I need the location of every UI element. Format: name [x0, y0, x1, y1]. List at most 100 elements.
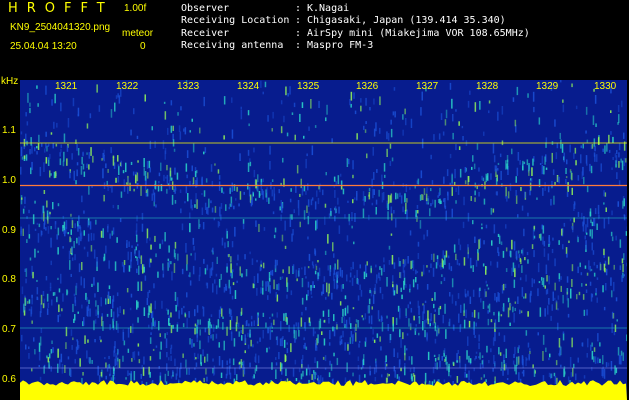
noise-dot [428, 270, 430, 273]
noise-dot [199, 340, 201, 350]
noise-dot [620, 355, 622, 365]
noise-dot [52, 347, 54, 353]
noise-dot [152, 348, 155, 351]
noise-dot [315, 265, 318, 271]
noise-dot [253, 169, 256, 178]
noise-dot [324, 250, 327, 255]
noise-dot [496, 261, 499, 268]
noise-dot [312, 281, 314, 288]
noise-dot [20, 131, 23, 135]
noise-dot [234, 367, 236, 375]
noise-dot [395, 317, 398, 325]
noise-dot [418, 332, 420, 336]
noise-dot [229, 188, 231, 194]
noise-dot [49, 170, 51, 178]
noise-dot [21, 156, 24, 160]
noise-dot [135, 174, 137, 184]
noise-dot [386, 377, 388, 383]
noise-dot [294, 134, 296, 141]
noise-dot [592, 250, 595, 255]
noise-dot [166, 174, 169, 184]
noise-dot [274, 259, 277, 269]
noise-dot [193, 245, 195, 251]
noise-dot [360, 98, 362, 103]
noise-dot [558, 240, 560, 245]
noise-dot [26, 239, 28, 243]
noise-dot [304, 322, 307, 332]
noise-dot [126, 288, 129, 293]
noise-dot [194, 327, 196, 335]
noise-dot [222, 191, 225, 194]
noise-dot [155, 253, 157, 258]
noise-dot [117, 155, 119, 162]
noise-dot [487, 310, 489, 314]
noise-dot [70, 213, 72, 217]
noise-dot [548, 372, 551, 378]
noise-dot [407, 256, 409, 264]
noise-dot [339, 336, 341, 344]
noise-dot [34, 228, 37, 231]
noise-dot [591, 367, 593, 371]
noise-dot [144, 275, 147, 281]
noise-dot [619, 265, 622, 270]
noise-dot [427, 318, 429, 325]
noise-dot [458, 313, 460, 323]
info-value: Chigasaki, Japan (139.414 35.340) [307, 15, 506, 27]
noise-dot [335, 322, 338, 327]
noise-dot [250, 200, 253, 207]
noise-dot [579, 262, 581, 268]
noise-dot [623, 253, 625, 260]
noise-dot [342, 330, 344, 338]
noise-dot [423, 304, 425, 314]
noise-dot [497, 233, 500, 237]
noise-dot [83, 210, 85, 214]
noise-dot [168, 318, 170, 326]
noise-dot [567, 298, 569, 308]
noise-dot [149, 237, 151, 241]
noise-dot [307, 199, 310, 207]
noise-dot [212, 334, 214, 341]
noise-dot [74, 299, 77, 307]
noise-dot [141, 212, 144, 220]
noise-dot [555, 300, 558, 304]
noise-dot [423, 234, 425, 240]
noise-dot [388, 374, 390, 377]
noise-dot [526, 358, 528, 361]
noise-dot [292, 368, 295, 377]
noise-dot [125, 377, 127, 380]
noise-dot [160, 162, 162, 171]
noise-dot [248, 323, 250, 327]
noise-dot [411, 376, 413, 382]
noise-dot [610, 110, 612, 113]
noise-dot [477, 312, 480, 319]
noise-dot [369, 365, 371, 376]
noise-dot [190, 253, 192, 256]
noise-dot [29, 149, 31, 155]
noise-dot [301, 102, 304, 108]
noise-dot [196, 170, 198, 174]
noise-dot [383, 163, 386, 172]
noise-dot [281, 234, 284, 242]
noise-dot [566, 291, 568, 295]
noise-dot [614, 153, 617, 158]
noise-dot [393, 290, 396, 296]
noise-dot [505, 365, 507, 368]
noise-dot [66, 145, 69, 152]
noise-dot [514, 307, 516, 312]
noise-dot [374, 377, 377, 382]
noise-dot [533, 106, 535, 113]
noise-dot [344, 342, 346, 351]
noise-dot [69, 171, 71, 179]
noise-dot [214, 163, 216, 166]
noise-dot [615, 160, 617, 165]
noise-dot [349, 337, 352, 344]
noise-dot [525, 356, 527, 367]
noise-dot [273, 187, 275, 194]
noise-dot [93, 320, 95, 331]
noise-dot [69, 260, 71, 270]
noise-dot [78, 263, 81, 273]
noise-dot [404, 258, 407, 266]
noise-dot [241, 273, 243, 278]
noise-dot [75, 180, 77, 185]
noise-dot [324, 203, 327, 208]
